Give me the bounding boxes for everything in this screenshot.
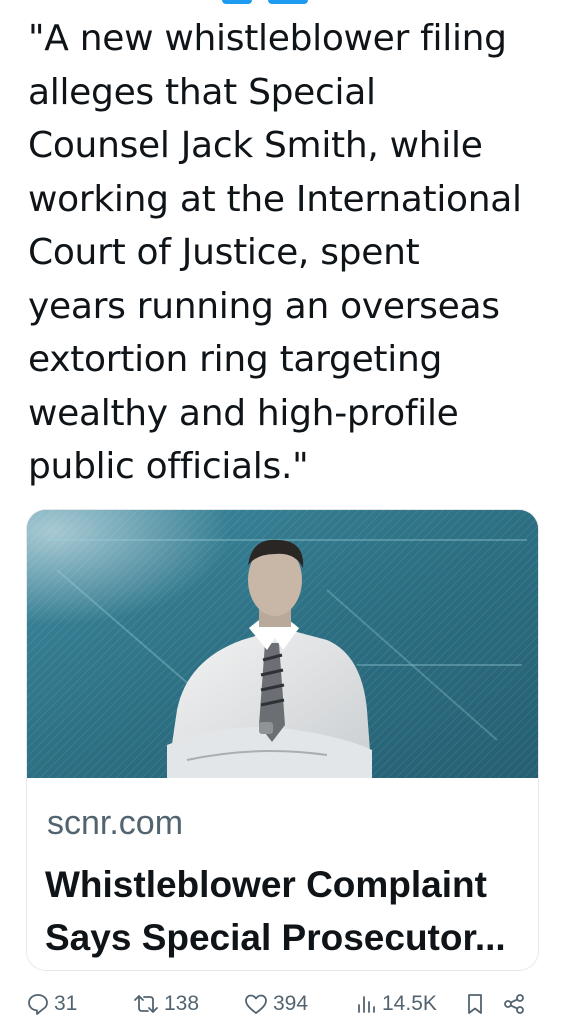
tweet-text-line: Counsel Jack Smith, while [28, 125, 483, 166]
tweet-text-line: Court of Justice, spent [28, 232, 420, 273]
tweet-text-line: wealthy and high-profile [28, 392, 459, 434]
card-headline-line: Whistleblower Complaint [45, 864, 487, 905]
previous-content-sliver [0, 0, 562, 6]
tweet-text-line: working at the International [28, 178, 522, 220]
reply-count: 31 [54, 992, 78, 1015]
repost-button[interactable]: 138 [132, 989, 199, 1019]
bookmark-icon [468, 994, 482, 1014]
repost-icon [134, 995, 158, 1013]
card-image[interactable] [27, 510, 538, 778]
partial-glyph [222, 0, 252, 4]
views-count: 14.5K [382, 992, 437, 1015]
like-button[interactable]: 394 [243, 989, 308, 1019]
share-button[interactable] [502, 989, 530, 1019]
like-count: 394 [273, 992, 309, 1015]
tweet-action-bar: 31 138 394 14.5K [0, 985, 562, 1024]
like-icon [245, 994, 267, 1014]
repost-count: 138 [164, 992, 200, 1015]
tweet-text-line: alleges that Special [28, 71, 376, 113]
card-headline-line: Says Special Prosecutor... [45, 917, 506, 958]
card-headline: Whistleblower Complaint Says Special Pro… [45, 858, 525, 964]
card-domain: scnr.com [47, 804, 184, 842]
tweet-text-line: extortion ring targeting [28, 339, 443, 380]
link-preview-card[interactable]: scnr.com Whistleblower Complaint Says Sp… [26, 509, 539, 971]
tweet-text-line: public officials." [28, 446, 309, 487]
man-portrait-photo [27, 510, 538, 778]
partial-glyph [268, 0, 308, 4]
reply-icon [28, 994, 48, 1015]
tweet-text: "A new whistleblower filing alleges that… [28, 12, 548, 494]
share-icon [504, 994, 524, 1014]
tweet-text-line: years running an overseas [28, 285, 500, 327]
tweet-text-line: "A new whistleblower filing [28, 18, 507, 59]
views-icon [358, 996, 375, 1013]
bookmark-button[interactable] [464, 989, 490, 1019]
views-button[interactable]: 14.5K [354, 989, 437, 1019]
card-meta[interactable]: scnr.com Whistleblower Complaint Says Sp… [27, 778, 538, 970]
reply-button[interactable]: 31 [26, 989, 77, 1019]
